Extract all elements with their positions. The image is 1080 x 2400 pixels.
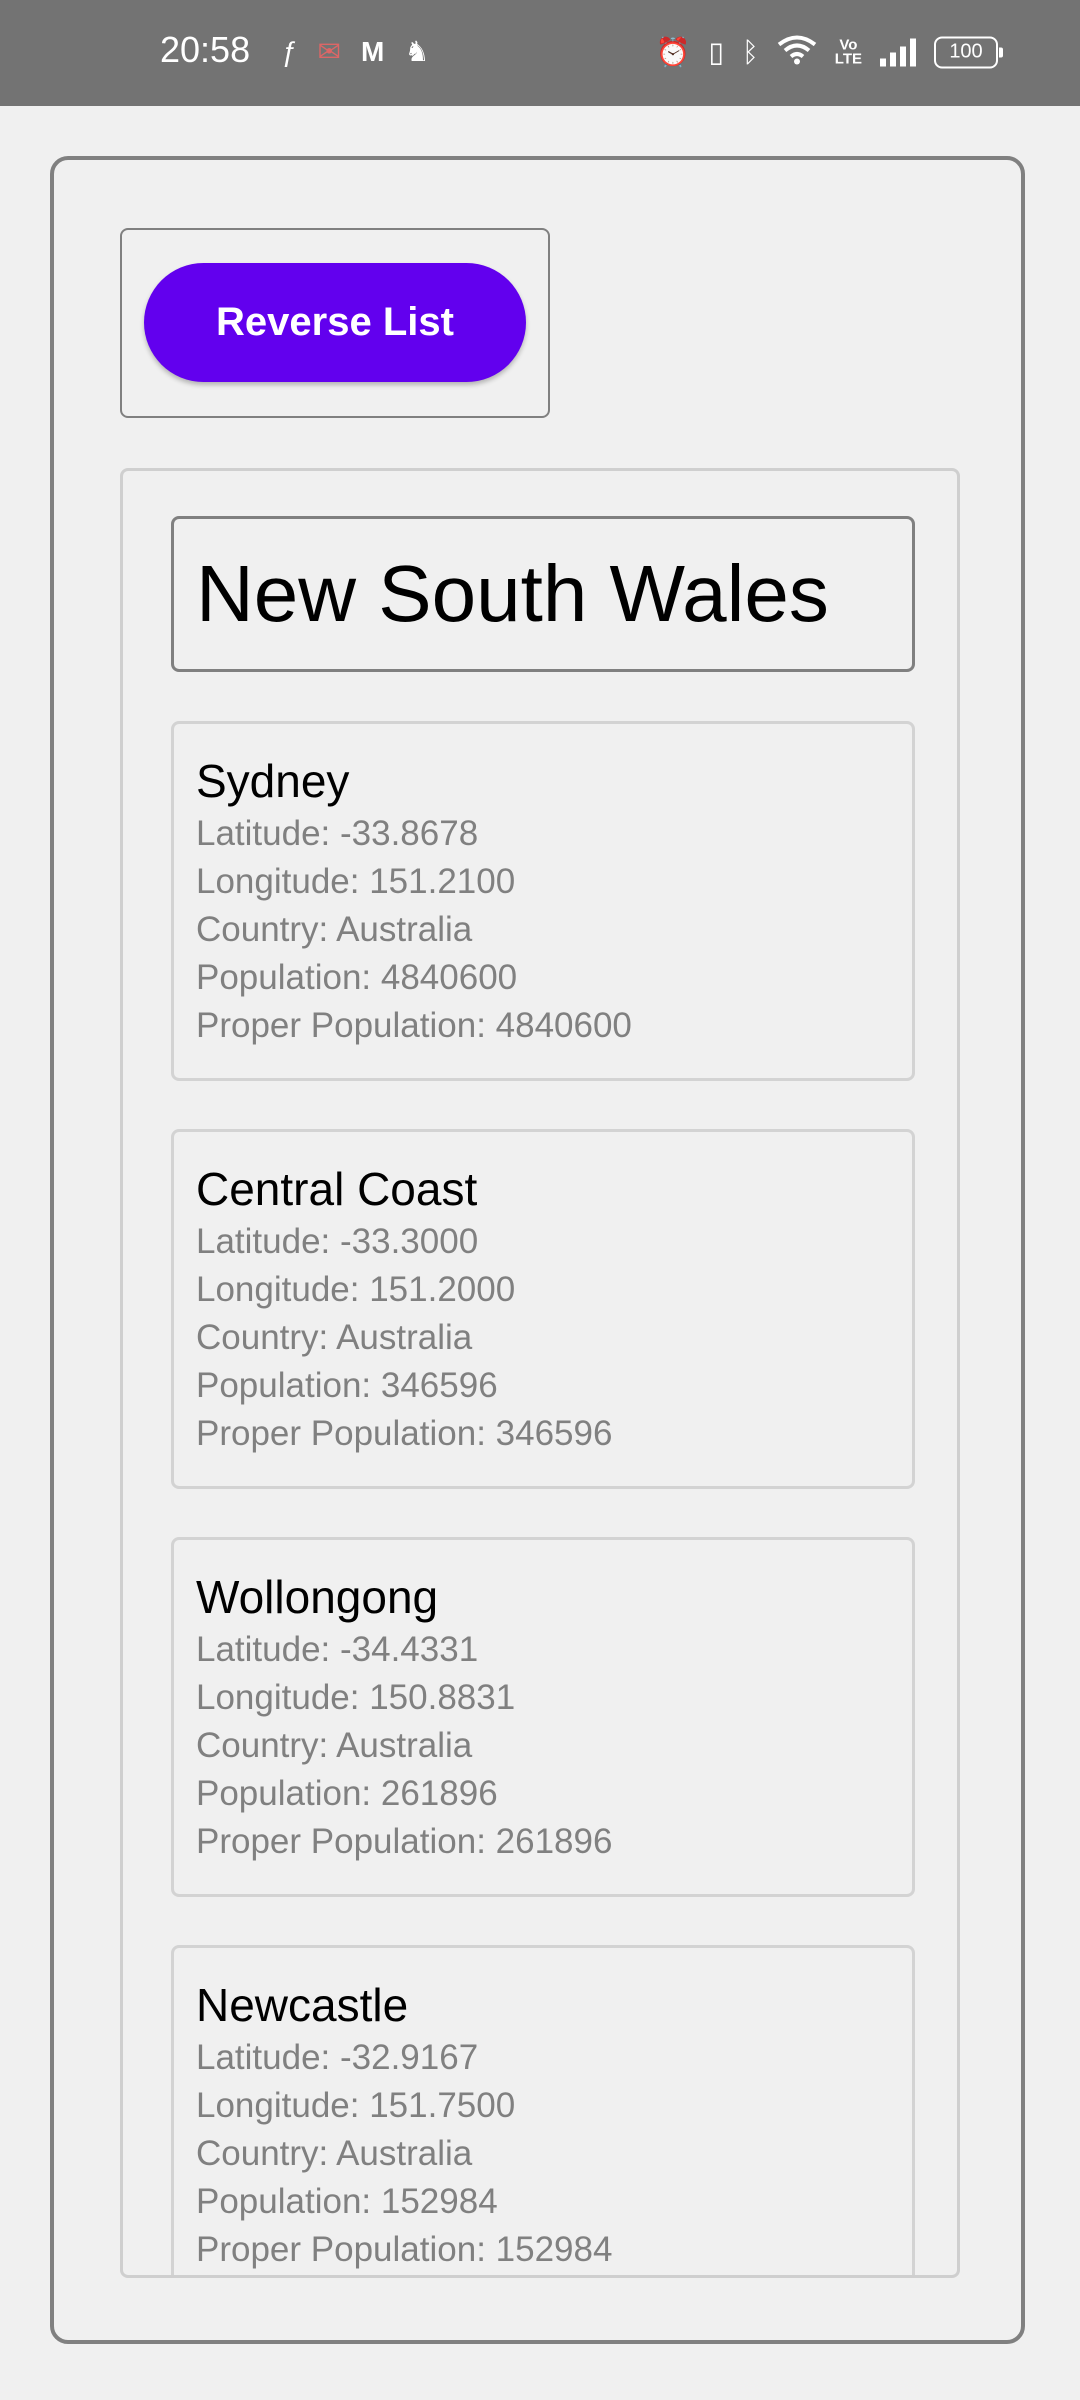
facebook-icon: ƒ (282, 36, 298, 67)
city-latitude: Latitude: -34.4331 (196, 1630, 479, 1669)
city-card[interactable]: Sydney Latitude: -33.8678 Longitude: 151… (171, 721, 915, 1081)
city-population: Population: 346596 (196, 1366, 498, 1405)
city-name: Central Coast (196, 1163, 478, 1215)
battery-icon: 100 (934, 36, 1003, 68)
signal-icon (880, 38, 916, 66)
city-card[interactable]: Central Coast Latitude: -33.3000 Longitu… (171, 1129, 915, 1489)
city-proper-population: Proper Population: 261896 (196, 1822, 613, 1861)
m-app-icon: M (361, 36, 385, 67)
city-country: Country: Australia (196, 1318, 473, 1357)
city-population: Population: 152984 (196, 2182, 498, 2221)
city-country: Country: Australia (196, 2134, 473, 2173)
wifi-icon (777, 35, 817, 70)
city-longitude: Longitude: 151.2100 (196, 862, 516, 901)
city-latitude: Latitude: -33.8678 (196, 814, 479, 853)
volte-icon: Vo LTE (834, 36, 862, 67)
state-title: New South Wales (171, 516, 915, 672)
city-longitude: Longitude: 151.2000 (196, 1270, 516, 1309)
city-country: Country: Australia (196, 910, 473, 949)
city-latitude: Latitude: -33.3000 (196, 1222, 479, 1261)
system-icons: ⏰ ▯ ᛒ Vo LTE 100 (655, 35, 1003, 70)
city-population: Population: 4840600 (196, 958, 518, 997)
city-longitude: Longitude: 151.7500 (196, 2086, 516, 2125)
status-time: 20:58 (160, 29, 251, 70)
reverse-list-button[interactable]: Reverse List (144, 263, 526, 382)
mail-icon: ✉ (317, 36, 342, 67)
notification-icons: ƒ ✉ M ♞ (282, 38, 429, 66)
city-proper-population: Proper Population: 152984 (196, 2230, 613, 2269)
city-country: Country: Australia (196, 1726, 473, 1765)
city-population: Population: 261896 (196, 1774, 498, 1813)
city-name: Sydney (196, 755, 350, 807)
vibrate-icon: ▯ (708, 36, 724, 67)
city-latitude: Latitude: -32.9167 (196, 2038, 479, 2077)
city-list[interactable]: New South Wales Sydney Latitude: -33.867… (120, 468, 960, 2278)
bird-icon: ♞ (404, 36, 430, 67)
status-bar: 20:58 ƒ ✉ M ♞ ⏰ ▯ ᛒ Vo LTE 100 (0, 0, 1080, 106)
city-name: Newcastle (196, 1979, 409, 2031)
city-longitude: Longitude: 150.8831 (196, 1678, 516, 1717)
city-proper-population: Proper Population: 4840600 (196, 1006, 632, 1045)
alarm-icon: ⏰ (655, 36, 691, 67)
city-proper-population: Proper Population: 346596 (196, 1414, 613, 1453)
bluetooth-icon: ᛒ (741, 36, 759, 67)
city-card[interactable]: Wollongong Latitude: -34.4331 Longitude:… (171, 1537, 915, 1897)
city-name: Wollongong (196, 1571, 439, 1623)
city-card[interactable]: Newcastle Latitude: -32.9167 Longitude: … (171, 1945, 915, 2275)
